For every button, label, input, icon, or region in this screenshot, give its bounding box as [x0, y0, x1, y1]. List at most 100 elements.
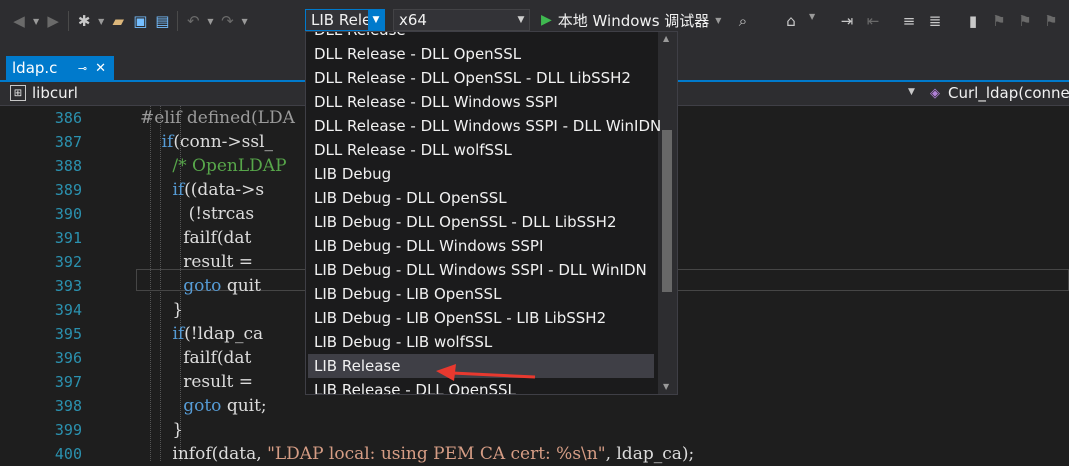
- code-token: failf(dat: [140, 228, 252, 248]
- dropdown-option[interactable]: LIB Debug - LIB OpenSSL: [308, 282, 654, 306]
- function-icon: ◈: [930, 85, 940, 101]
- undo-icon[interactable]: ↶: [182, 10, 204, 32]
- line-numbers: 386 387 388 389 390 391 392 393 394 395 396 397 398 3…: [30, 106, 82, 466]
- line-number: 387: [54, 133, 82, 151]
- line-number: 393: [54, 277, 82, 295]
- solution-configuration-combo[interactable]: LIB Rele ▼: [305, 9, 385, 31]
- line-number: 399: [54, 421, 82, 439]
- code-token: #elif defined(LDA: [140, 108, 295, 128]
- scroll-up-icon[interactable]: ▲: [663, 34, 669, 43]
- line-number: 392: [54, 253, 82, 271]
- clear-bookmarks-icon[interactable]: ⚑: [1040, 10, 1062, 32]
- dropdown-option[interactable]: LIB Debug - DLL OpenSSL: [308, 186, 654, 210]
- save-all-icon[interactable]: ▤: [151, 10, 173, 32]
- separator: [68, 11, 70, 31]
- dropdown-option[interactable]: DLL Release - DLL OpenSSL - DLL LibSSH2: [308, 66, 654, 90]
- line-number: 389: [54, 181, 82, 199]
- chevron-down-icon[interactable]: ▼: [368, 10, 384, 30]
- dropdown-scrollbar[interactable]: ▲ ▼: [658, 32, 677, 394]
- platform-value: x64: [399, 11, 427, 29]
- dropdown-option[interactable]: DLL Release - DLL OpenSSL: [308, 42, 654, 66]
- code-token: /* OpenLDAP: [140, 156, 287, 176]
- dropdown-option[interactable]: LIB Debug - DLL Windows SSPI - DLL WinID…: [308, 258, 654, 282]
- comment-icon[interactable]: ≡: [898, 10, 920, 32]
- step-icon[interactable]: ⇥: [836, 10, 858, 32]
- dropdown-option[interactable]: LIB Debug - DLL Windows SSPI: [308, 234, 654, 258]
- forward-icon[interactable]: ▶: [42, 10, 64, 32]
- line-number: 400: [54, 445, 82, 463]
- code-token: goto quit;: [183, 396, 267, 416]
- code-token: result =: [140, 372, 259, 392]
- code-line: }: [140, 418, 1069, 442]
- back-dropdown-icon[interactable]: ▼: [33, 17, 39, 26]
- code-token: , ldap_ca);: [605, 444, 695, 464]
- member-selector[interactable]: ◈ Curl_ldap(conne: [930, 84, 1069, 102]
- configuration-value: LIB Rele: [311, 11, 368, 29]
- dropdown-option[interactable]: DLL Release - DLL wolfSSL: [308, 138, 654, 162]
- code-token: }: [140, 420, 184, 440]
- dropdown-option[interactable]: LIB Debug - LIB wolfSSL: [308, 330, 654, 354]
- find-icon[interactable]: ⌕: [732, 10, 754, 32]
- new-dropdown-icon[interactable]: ▼: [98, 17, 104, 26]
- member-name: Curl_ldap(conne: [948, 84, 1069, 102]
- line-number: 396: [54, 349, 82, 367]
- back-icon[interactable]: ◀: [8, 10, 30, 32]
- chevron-down-icon[interactable]: ▼: [513, 10, 529, 30]
- code-token: result =: [140, 252, 259, 272]
- line-number: 391: [54, 229, 82, 247]
- line-number: 386: [54, 109, 82, 127]
- line-number: 397: [54, 373, 82, 391]
- run-label: 本地 Windows 调试器: [557, 11, 710, 30]
- code-token: if((data->s: [172, 180, 265, 200]
- bookmark-toggle-icon[interactable]: ⇤: [862, 10, 884, 32]
- tab-title: ldap.c: [12, 59, 58, 77]
- line-number: 390: [54, 205, 82, 223]
- code-token: "LDAP local: using PEM CA cert: %s\n": [267, 444, 606, 464]
- pin-icon[interactable]: ⊸: [78, 62, 87, 75]
- line-number: 398: [54, 397, 82, 415]
- bookmark-icon[interactable]: ▮: [962, 10, 984, 32]
- line-number: 395: [54, 325, 82, 343]
- open-folder-icon[interactable]: ▰: [107, 10, 129, 32]
- code-token: if(conn->ssl_: [161, 132, 274, 152]
- dropdown-option[interactable]: DLL Release - DLL Windows SSPI - DLL Win…: [308, 114, 661, 138]
- code-token: failf(dat: [140, 348, 252, 368]
- tab-ldap-c[interactable]: ldap.c ⊸ ✕: [6, 56, 114, 80]
- uncomment-icon[interactable]: ≣: [924, 10, 946, 32]
- dropdown-option[interactable]: DLL Release: [308, 32, 654, 42]
- close-icon[interactable]: ✕: [95, 61, 106, 76]
- separator: [177, 11, 179, 31]
- redo-icon[interactable]: ↷: [216, 10, 238, 32]
- annotation-arrow-icon: [436, 364, 536, 381]
- scrollbar-thumb[interactable]: [662, 130, 672, 292]
- dropdown-option[interactable]: DLL Release - DLL Windows SSPI: [308, 90, 654, 114]
- code-token: infof(data,: [140, 444, 268, 464]
- code-token: goto quit: [183, 276, 261, 296]
- layout-dropdown-icon[interactable]: ▼: [809, 12, 815, 21]
- code-line: infof(data, "LDAP local: using PEM CA ce…: [140, 442, 1069, 466]
- new-project-icon[interactable]: ✱: [73, 10, 95, 32]
- play-icon: ▶: [541, 12, 552, 28]
- project-selector[interactable]: ⊞ libcurl: [10, 84, 78, 102]
- dropdown-option[interactable]: LIB Debug - LIB OpenSSL - LIB LibSSH2: [308, 306, 654, 330]
- dropdown-option[interactable]: LIB Debug: [308, 162, 654, 186]
- start-debugging-button[interactable]: ▶ 本地 Windows 调试器 ▼: [541, 9, 724, 31]
- save-icon[interactable]: ▣: [129, 10, 151, 32]
- code-token: (!strcas: [140, 204, 255, 224]
- solution-platform-combo[interactable]: x64 ▼: [393, 9, 530, 31]
- next-bookmark-icon[interactable]: ⚑: [1014, 10, 1036, 32]
- configuration-dropdown-list[interactable]: ▲ ▼ DLL ReleaseDLL Release - DLL OpenSSL…: [305, 31, 678, 395]
- project-name: libcurl: [32, 84, 78, 102]
- line-number: 388: [54, 157, 82, 175]
- undo-dropdown-icon[interactable]: ▼: [207, 17, 213, 26]
- prev-bookmark-icon[interactable]: ⚑: [988, 10, 1010, 32]
- line-number: 394: [54, 301, 82, 319]
- redo-dropdown-icon[interactable]: ▼: [241, 17, 247, 26]
- home-icon[interactable]: ⌂: [780, 10, 802, 32]
- scroll-down-icon[interactable]: ▼: [663, 382, 669, 391]
- chevron-down-icon[interactable]: ▼: [908, 87, 915, 97]
- project-icon: ⊞: [10, 85, 26, 101]
- dropdown-option[interactable]: LIB Debug - DLL OpenSSL - DLL LibSSH2: [308, 210, 654, 234]
- code-token: if(!ldap_ca: [172, 324, 264, 344]
- run-dropdown-icon[interactable]: ▼: [715, 16, 721, 25]
